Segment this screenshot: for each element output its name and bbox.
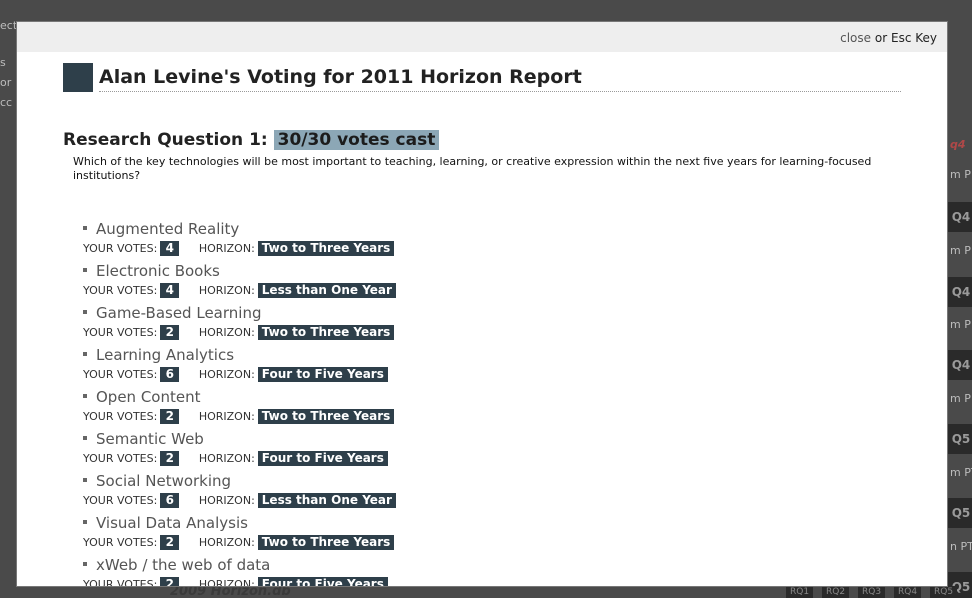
horizon-label: HORIZON: (198, 410, 255, 423)
horizon-label: HORIZON: (198, 536, 255, 549)
bg-fragment: m P (950, 392, 971, 405)
page-title: Alan Levine's Voting for 2011 Horizon Re… (99, 66, 582, 88)
horizon-badge: Less than One Year (257, 283, 396, 298)
technology-name: Semantic Web (96, 430, 204, 448)
item-meta: YOUR VOTES: 2 HORIZON: Two to Three Years (83, 325, 395, 340)
bg-tile: Q4 (948, 350, 972, 380)
esc-key-text: Esc Key (890, 31, 937, 45)
close-or-text: or (874, 31, 888, 45)
bg-fragment: cc (0, 96, 13, 109)
technology-name: Social Networking (96, 472, 232, 490)
bullet-icon (83, 225, 87, 230)
close-hint: close or Esc Key (840, 31, 937, 45)
horizon-badge: Less than One Year (257, 493, 396, 508)
bg-rq-button: RQ5 (930, 586, 958, 598)
bg-q4-label: q4 (950, 138, 966, 151)
close-link[interactable]: close (840, 31, 871, 45)
item-meta: YOUR VOTES: 2 HORIZON: Two to Three Years (83, 535, 395, 550)
votes-badge: 2 (160, 535, 180, 550)
technology-name: Learning Analytics (96, 346, 235, 364)
question-text: Which of the key technologies will be mo… (73, 155, 872, 182)
item-meta: YOUR VOTES: 6 HORIZON: Four to Five Years (83, 367, 388, 382)
bg-fragment: m P (950, 168, 971, 181)
item-meta: YOUR VOTES: 6 HORIZON: Less than One Year (83, 493, 396, 508)
your-votes-label: YOUR VOTES: (83, 410, 158, 423)
technology-name: Electronic Books (96, 262, 220, 280)
bg-bottom-text: 2009 Horizon.db (170, 584, 291, 598)
bullet-icon (83, 351, 87, 356)
votes-badge: 6 (160, 493, 180, 508)
title-divider (99, 91, 901, 92)
bullet-icon (83, 393, 87, 398)
your-votes-label: YOUR VOTES: (83, 284, 158, 297)
votes-badge: 4 (160, 241, 180, 256)
bullet-icon (83, 435, 87, 440)
modal-content: Alan Levine's Voting for 2011 Horizon Re… (17, 52, 947, 586)
horizon-label: HORIZON: (198, 578, 255, 586)
bg-rq-button: RQ4 (894, 586, 922, 598)
bg-tile: Q5 (948, 424, 972, 454)
bullet-icon (83, 519, 87, 524)
bg-fragment: m PT (950, 466, 972, 479)
bg-fragment: n PT (950, 540, 972, 553)
horizon-label: HORIZON: (198, 284, 255, 297)
item-meta: YOUR VOTES: 2 HORIZON: Four to Five Years (83, 577, 388, 586)
votes-badge: 6 (160, 367, 180, 382)
bg-rq-button: RQ1 (786, 586, 814, 598)
item-meta: YOUR VOTES: 2 HORIZON: Four to Five Years (83, 451, 388, 466)
bullet-icon (83, 477, 87, 482)
votes-badge: 2 (160, 451, 180, 466)
votes-badge: 2 (160, 325, 180, 340)
bg-tile: Q5 (948, 498, 972, 528)
modal-topbar: close or Esc Key (17, 22, 947, 52)
technology-name: Open Content (96, 388, 201, 406)
title-square-icon (63, 63, 93, 92)
item-meta: YOUR VOTES: 4 HORIZON: Less than One Year (83, 283, 396, 298)
research-question-heading: Research Question 1: 30/30 votes cast (63, 130, 440, 150)
question-label: Research Question 1: (63, 130, 268, 150)
horizon-badge: Two to Three Years (257, 325, 395, 340)
technology-name: xWeb / the web of data (96, 556, 271, 574)
your-votes-label: YOUR VOTES: (83, 494, 158, 507)
bg-rq-button: RQ3 (858, 586, 886, 598)
bg-fragment: or (0, 76, 12, 89)
horizon-label: HORIZON: (198, 368, 255, 381)
bg-fragment: m P (950, 244, 971, 257)
bg-tile: Q4 (948, 202, 972, 232)
bg-fragment: s (0, 56, 6, 69)
technology-name: Game-Based Learning (96, 304, 262, 322)
bullet-icon (83, 309, 87, 314)
horizon-label: HORIZON: (198, 452, 255, 465)
votes-badge: 4 (160, 283, 180, 298)
horizon-badge: Two to Three Years (257, 409, 395, 424)
horizon-label: HORIZON: (198, 242, 255, 255)
bullet-icon (83, 267, 87, 272)
horizon-badge: Four to Five Years (257, 577, 388, 586)
voting-modal: close or Esc Key Alan Levine's Voting fo… (17, 22, 947, 586)
bg-fragment: ect (0, 19, 18, 32)
your-votes-label: YOUR VOTES: (83, 536, 158, 549)
horizon-badge: Four to Five Years (257, 367, 388, 382)
your-votes-label: YOUR VOTES: (83, 242, 158, 255)
item-meta: YOUR VOTES: 2 HORIZON: Two to Three Years (83, 409, 395, 424)
your-votes-label: YOUR VOTES: (83, 368, 158, 381)
horizon-label: HORIZON: (198, 326, 255, 339)
technology-name: Visual Data Analysis (96, 514, 248, 532)
your-votes-label: YOUR VOTES: (83, 578, 158, 586)
technology-name: Augmented Reality (96, 220, 240, 238)
horizon-label: HORIZON: (198, 494, 255, 507)
votes-badge: 2 (160, 409, 180, 424)
your-votes-label: YOUR VOTES: (83, 326, 158, 339)
bullet-icon (83, 561, 87, 566)
votes-cast-badge: 30/30 votes cast (273, 130, 440, 150)
bg-tile: Q4 (948, 277, 972, 307)
your-votes-label: YOUR VOTES: (83, 452, 158, 465)
bg-rq-button: RQ2 (822, 586, 850, 598)
item-meta: YOUR VOTES: 4 HORIZON: Two to Three Years (83, 241, 395, 256)
horizon-badge: Two to Three Years (257, 241, 395, 256)
bg-fragment: m P (950, 318, 971, 331)
horizon-badge: Four to Five Years (257, 451, 388, 466)
votes-badge: 2 (160, 577, 180, 586)
horizon-badge: Two to Three Years (257, 535, 395, 550)
